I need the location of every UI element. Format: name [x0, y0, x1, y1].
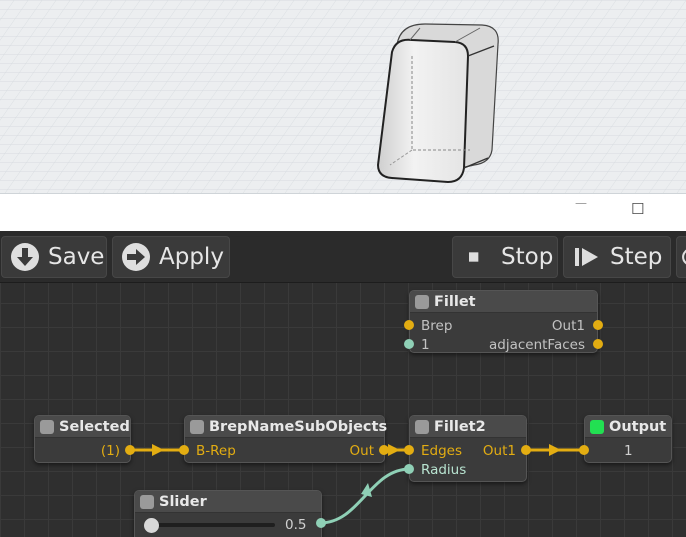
step-label: Step	[610, 244, 663, 270]
port-label-brep: Brep	[421, 318, 453, 334]
node-toggle-checkbox[interactable]	[190, 419, 204, 434]
filleted-box-model	[376, 23, 499, 184]
node-header[interactable]: Fillet	[410, 291, 597, 313]
wire-selected-to-brep	[130, 444, 184, 456]
wire-fillet2-to-output	[527, 444, 584, 456]
fillet2-input-port-radius[interactable]	[404, 464, 414, 474]
node-header[interactable]: Slider	[135, 491, 321, 513]
slider-output-port[interactable]	[316, 518, 326, 528]
stop-label: Stop	[501, 244, 554, 270]
fillet-input-port-brep[interactable]	[404, 320, 414, 330]
port-label-b-rep: B-Rep	[196, 443, 236, 459]
node-header[interactable]: BrepNameSubObjects	[185, 416, 388, 438]
output-input-port[interactable]	[579, 445, 589, 455]
window-caption-bar: — ☐	[0, 193, 686, 231]
port-label-out1: Out1	[482, 443, 516, 459]
node-toggle-checkbox[interactable]	[140, 494, 154, 509]
port-label-out1: Out1	[551, 318, 585, 334]
node-selected[interactable]: Selected (1)	[34, 415, 131, 463]
fillet-output-port-out1[interactable]	[593, 320, 603, 330]
fillet2-input-port-edges[interactable]	[404, 445, 414, 455]
selected-output-port[interactable]	[125, 445, 135, 455]
wire-slider-to-radius	[319, 467, 411, 525]
output-value: 1	[624, 443, 633, 459]
port-label-1: 1	[421, 337, 430, 353]
node-title: Fillet2	[434, 418, 486, 435]
node-slider[interactable]: Slider 0.5	[134, 490, 322, 537]
stop-button[interactable]: Stop	[452, 236, 558, 278]
port-label-selection-count: (1)	[100, 443, 120, 459]
editor-toolbar: Save Apply Stop Step	[0, 231, 686, 283]
brep-input-port[interactable]	[179, 445, 189, 455]
port-label-adjacent-faces: adjacentFaces	[488, 337, 585, 353]
node-header[interactable]: Selected	[35, 416, 130, 438]
maximize-icon[interactable]: ☐	[631, 200, 644, 218]
node-toggle-checkbox[interactable]	[415, 294, 429, 309]
node-header[interactable]: Output	[585, 416, 671, 438]
node-fillet[interactable]: Fillet Brep 1 Out1 adjacentFaces	[409, 290, 598, 353]
node-header[interactable]: Fillet2	[410, 416, 526, 438]
node-title: Fillet	[434, 293, 476, 310]
output-status-indicator[interactable]	[590, 419, 604, 434]
save-label: Save	[48, 244, 105, 270]
stop-square-icon	[469, 252, 479, 262]
apply-label: Apply	[159, 244, 224, 270]
minimize-icon[interactable]: —	[575, 196, 587, 210]
node-toggle-checkbox[interactable]	[415, 419, 429, 434]
step-forward-icon	[575, 248, 598, 266]
slider-handle[interactable]	[144, 518, 159, 533]
arrow-right-circle-icon	[122, 243, 150, 271]
toolbar-overflow-button[interactable]	[676, 236, 686, 278]
node-fillet2[interactable]: Fillet2 Edges Radius Out1	[409, 415, 527, 482]
node-output[interactable]: Output 1	[584, 415, 672, 463]
brep-output-port[interactable]	[379, 445, 389, 455]
port-label-radius: Radius	[421, 462, 467, 478]
node-title: Output	[609, 418, 667, 435]
node-brep-name-sub-objects[interactable]: BrepNameSubObjects B-Rep Out	[184, 415, 388, 463]
fillet-input-port-1[interactable]	[404, 339, 414, 349]
partial-circle-icon	[682, 249, 686, 265]
node-title: BrepNameSubObjects	[209, 418, 388, 435]
fillet2-output-port-out1[interactable]	[521, 445, 531, 455]
slider-value: 0.5	[285, 517, 307, 533]
viewport-scene	[0, 0, 686, 193]
node-title: Slider	[159, 493, 207, 510]
step-button[interactable]: Step	[563, 236, 671, 278]
port-label-edges: Edges	[421, 443, 463, 459]
apply-button[interactable]: Apply	[112, 236, 230, 278]
node-editor[interactable]: Save Apply Stop Step Fillet Brep 1 Out1 …	[0, 231, 686, 537]
slider-track[interactable]	[151, 523, 275, 527]
download-circle-icon	[11, 243, 39, 271]
fillet-output-port-adjacent-faces[interactable]	[593, 339, 603, 349]
3d-viewport[interactable]	[0, 0, 686, 193]
save-button[interactable]: Save	[1, 236, 107, 278]
port-label-out: Out	[349, 443, 374, 459]
node-toggle-checkbox[interactable]	[40, 419, 54, 434]
node-title: Selected	[59, 418, 130, 435]
